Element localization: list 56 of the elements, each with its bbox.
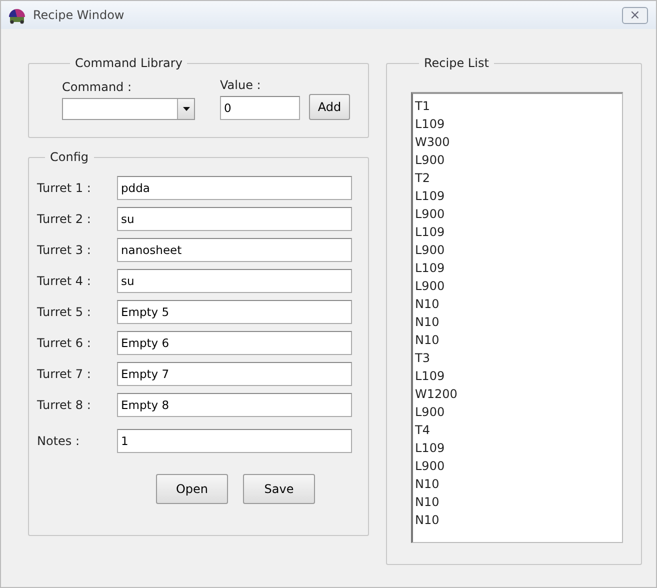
group-title: Command Library (74, 56, 184, 70)
save-button[interactable]: Save (243, 474, 315, 504)
turret-label: Turret 8 : (37, 398, 92, 412)
add-button[interactable]: Add (309, 94, 350, 120)
list-item[interactable]: N10 (415, 313, 622, 331)
value-field[interactable]: 0 (220, 96, 300, 120)
turret-field[interactable]: su (117, 269, 352, 293)
turret-field[interactable]: Empty 7 (117, 362, 352, 386)
list-item[interactable]: W300 (415, 133, 622, 151)
list-item[interactable]: L900 (415, 277, 622, 295)
caret-icon (182, 107, 190, 111)
command-dropdown[interactable] (62, 98, 195, 120)
turret-label: Turret 6 : (37, 336, 92, 350)
command-label: Command : (62, 80, 133, 94)
list-item[interactable]: L109 (415, 259, 622, 277)
list-item[interactable]: L900 (415, 457, 622, 475)
group-title: Recipe List (423, 56, 490, 70)
window-title: Recipe Window (33, 8, 124, 22)
close-button[interactable]: × (622, 6, 648, 24)
turret-field[interactable]: Empty 6 (117, 331, 352, 355)
turret-label: Turret 7 : (37, 367, 92, 381)
turret-field[interactable]: Empty 8 (117, 393, 352, 417)
turret-label: Turret 3 : (37, 243, 92, 257)
turret-label: Turret 1 : (37, 181, 92, 195)
list-item[interactable]: L109 (415, 115, 622, 133)
notes-label: Notes : (37, 434, 81, 448)
value-label: Value : (220, 78, 262, 92)
list-item[interactable]: L900 (415, 151, 622, 169)
group-title: Config (49, 150, 90, 164)
turret-label: Turret 5 : (37, 305, 92, 319)
list-item[interactable]: N10 (415, 511, 622, 529)
turret-label: Turret 4 : (37, 274, 92, 288)
list-item[interactable]: T3 (415, 349, 622, 367)
app-icon (7, 6, 27, 24)
list-item[interactable]: L900 (415, 241, 622, 259)
turret-field[interactable]: su (117, 207, 352, 231)
turret-field[interactable]: Empty 5 (117, 300, 352, 324)
turret-field[interactable]: pdda (117, 176, 352, 200)
list-item[interactable]: N10 (415, 475, 622, 493)
list-item[interactable]: W1200 (415, 385, 622, 403)
list-item[interactable]: N10 (415, 331, 622, 349)
list-item[interactable]: N10 (415, 493, 622, 511)
notes-field[interactable]: 1 (117, 429, 352, 453)
list-item[interactable]: N10 (415, 295, 622, 313)
turret-label: Turret 2 : (37, 212, 92, 226)
open-button[interactable]: Open (156, 474, 228, 504)
list-item[interactable]: L900 (415, 403, 622, 421)
list-item[interactable]: T2 (415, 169, 622, 187)
turret-field[interactable]: nanosheet (117, 238, 352, 262)
list-item[interactable]: T4 (415, 421, 622, 439)
list-item[interactable]: L109 (415, 187, 622, 205)
list-item[interactable]: T1 (415, 97, 622, 115)
list-item[interactable]: L109 (415, 223, 622, 241)
list-item[interactable]: L900 (415, 205, 622, 223)
list-item[interactable]: L109 (415, 439, 622, 457)
list-item[interactable]: L109 (415, 367, 622, 385)
